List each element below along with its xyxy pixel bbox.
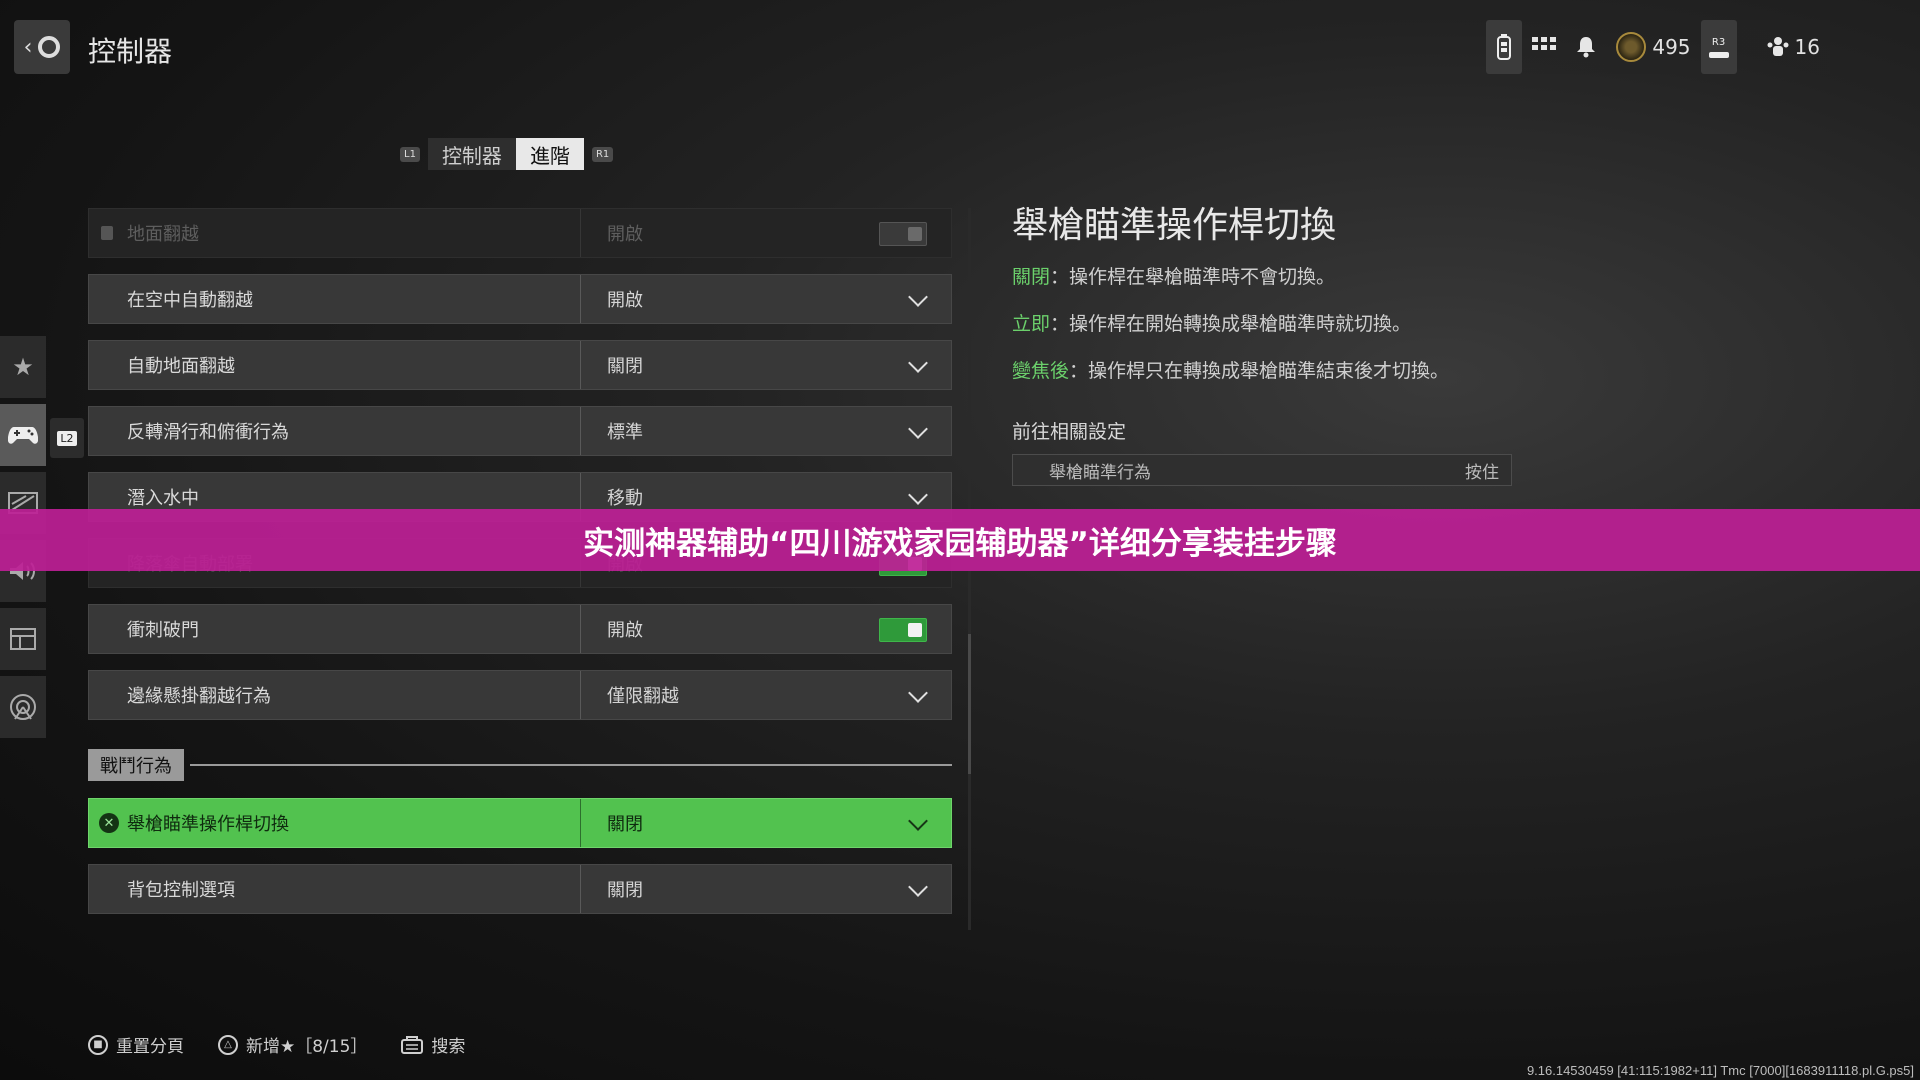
grid-icon: [1532, 37, 1557, 50]
interface-icon: [10, 628, 36, 650]
tab-advanced[interactable]: 進階: [515, 138, 584, 170]
party-icon: [1767, 37, 1789, 56]
setting-value: 開啟: [607, 290, 643, 311]
setting-value: 移動: [607, 488, 643, 509]
toggle-switch[interactable]: [879, 618, 927, 642]
reset-tab-button[interactable]: ■ 重置分頁: [88, 1032, 184, 1057]
setting-label: 反轉滑行和俯衝行為: [89, 407, 581, 455]
detail-panel: 舉槍瞄準操作桿切換 關閉：操作桿在舉槍瞄準時不會切換。 立即：操作桿在開始轉換成…: [1012, 196, 1712, 486]
party-count: 16: [1794, 35, 1820, 59]
rail-controller[interactable]: [0, 404, 46, 466]
currency-amount: 495: [1652, 35, 1691, 59]
controller-icon: [8, 427, 38, 444]
detail-option: 關閉：操作桿在舉槍瞄準時不會切換。: [1012, 266, 1336, 288]
square-button-icon: ■: [88, 1034, 108, 1055]
page-title: 控制器: [88, 35, 173, 68]
rail-favorites[interactable]: ★: [0, 336, 46, 398]
setting-backpack-control[interactable]: 背包控制選項 關閉: [88, 864, 952, 914]
overlay-banner: 实测神器辅助“四川游戏家园辅助器”详细分享装挂步骤: [0, 509, 1920, 571]
cod-points-icon: [1616, 32, 1647, 62]
bell-icon: [1577, 37, 1596, 58]
chevron-left-icon: ‹: [23, 34, 33, 60]
setting-ground-mantle: 地面翻越 開啟: [88, 208, 952, 258]
section-divider: [190, 764, 952, 766]
battery-icon: [1497, 34, 1512, 60]
setting-label: 在空中自動翻越: [89, 275, 581, 323]
setting-value: 關閉: [607, 814, 643, 835]
detail-option: 立即：操作桿在開始轉換成舉槍瞄準時就切換。: [1012, 313, 1412, 335]
detail-title: 舉槍瞄準操作桿切換: [1012, 205, 1337, 246]
party-button[interactable]: 16: [1737, 35, 1830, 59]
search-button[interactable]: 搜索: [401, 1032, 465, 1057]
setting-value: 僅限翻越: [607, 686, 679, 707]
r3-button[interactable]: R3: [1700, 20, 1737, 74]
build-version: 9.16.14530459 [41:115:1982+11] Tmc [7000…: [1526, 1063, 1914, 1078]
setting-label: 自動地面翻越: [89, 341, 581, 389]
battery-button[interactable]: [1486, 20, 1523, 74]
setting-ads-stick-swap[interactable]: ✕ 舉槍瞄準操作桿切換 關閉: [88, 798, 952, 848]
footer-hints: ■ 重置分頁 △ 新增★［8/15］ 搜索: [88, 1032, 465, 1057]
setting-label: 舉槍瞄準操作桿切換: [89, 799, 581, 847]
back-button[interactable]: ‹: [14, 20, 70, 74]
add-favorite-button[interactable]: △ 新增★［8/15］: [218, 1032, 367, 1057]
setting-label: 邊緣懸掛翻越行為: [89, 671, 581, 719]
setting-invert-slide-dive[interactable]: 反轉滑行和俯衝行為 標準: [88, 406, 952, 456]
triangle-button-icon: △: [218, 1034, 238, 1055]
related-setting-label: 舉槍瞄準行為: [1049, 462, 1151, 483]
apps-button[interactable]: [1522, 37, 1566, 57]
currency-display[interactable]: 495: [1606, 32, 1700, 62]
r3-label: R3: [1711, 36, 1726, 48]
scrollbar-thumb[interactable]: [968, 634, 971, 774]
section-title: 戰鬥行為: [88, 749, 184, 781]
circle-button-icon: [38, 36, 61, 58]
setting-label: 地面翻越: [89, 209, 581, 257]
related-setting-value: 按住: [1465, 462, 1499, 483]
tab-controller[interactable]: 控制器: [427, 138, 516, 170]
setting-value: 標準: [607, 422, 643, 443]
detail-option: 變焦後：操作桿只在轉換成舉槍瞄準結束後才切換。: [1012, 360, 1450, 382]
star-icon: ★: [12, 353, 34, 381]
related-setting-link[interactable]: 舉槍瞄準行為 按住: [1012, 454, 1512, 486]
notifications-button[interactable]: [1566, 36, 1606, 58]
setting-airborne-mantle[interactable]: 在空中自動翻越 開啟: [88, 274, 952, 324]
top-bar: 495 R3 16: [1486, 20, 1830, 74]
r1-badge: R1: [591, 146, 614, 162]
tab-bar: L1 控制器 進階 R1: [400, 138, 614, 170]
setting-sprint-door-bash[interactable]: 衝刺破門 開啟: [88, 604, 952, 654]
setting-label: 衝刺破門: [89, 605, 581, 653]
l2-badge: L2: [50, 418, 84, 458]
network-icon: [10, 694, 36, 720]
l1-badge: L1: [400, 146, 420, 162]
r3-bar-icon: [1708, 51, 1729, 58]
setting-value: 關閉: [607, 880, 643, 901]
section-header: 戰鬥行為: [88, 749, 952, 781]
setting-ledge-hang[interactable]: 邊緣懸掛翻越行為 僅限翻越: [88, 670, 952, 720]
setting-auto-ground-mantle[interactable]: 自動地面翻越 關閉: [88, 340, 952, 390]
setting-label: 背包控制選項: [89, 865, 581, 913]
lock-icon: [101, 226, 113, 240]
rail-network[interactable]: [0, 676, 46, 738]
setting-value: 關閉: [607, 356, 643, 377]
touchpad-icon: [401, 1035, 424, 1054]
related-settings-title: 前往相關設定: [1012, 421, 1127, 443]
rail-interface[interactable]: [0, 608, 46, 670]
toggle-switch: [879, 222, 927, 246]
cross-button-icon: ✕: [99, 813, 119, 833]
